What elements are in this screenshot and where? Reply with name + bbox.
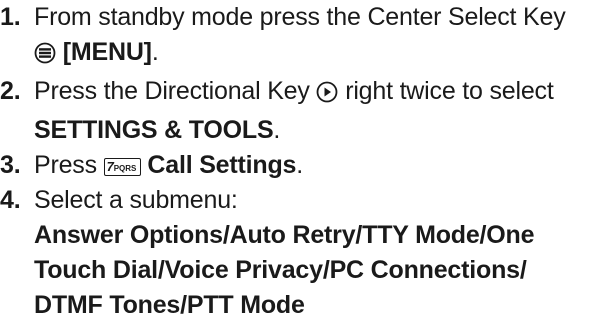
instruction-steps: 1. From standby mode press the Center Se…	[0, 0, 591, 323]
step-text: Press the Directional Key	[34, 77, 310, 105]
step-number: 2.	[0, 77, 21, 105]
center-select-key-icon	[34, 39, 56, 74]
submenu-list-line: Touch Dial/Voice Privacy/PC Connections/	[34, 256, 527, 284]
step-text: From standby mode press the Center Selec…	[34, 3, 566, 31]
step-2: 2. Press the Directional Key right twice…	[0, 74, 591, 148]
step-text: Press	[34, 151, 97, 179]
submenu-list-line: Answer Options/Auto Retry/TTY Mode/One	[34, 221, 535, 249]
step-text: right twice to select	[345, 77, 554, 105]
step-number: 3.	[0, 151, 21, 179]
settings-tools-label: SETTINGS & TOOLS	[34, 116, 274, 144]
step-punct: .	[296, 151, 303, 179]
step-punct: .	[151, 38, 159, 66]
menu-key-label: [MENU]	[62, 38, 152, 66]
step-number: 1.	[0, 3, 21, 31]
step-punct: .	[273, 116, 281, 144]
submenu-list-line: DTMF Tones/PTT Mode	[34, 291, 305, 319]
step-3: 3. Press 7PQRS Call Settings.	[0, 148, 591, 183]
step-number: 4.	[0, 186, 21, 214]
step-text: Select a submenu:	[34, 186, 238, 214]
step-4: 4. Select a submenu: Answer Options/Auto…	[0, 183, 591, 323]
call-settings-label: Call Settings	[147, 151, 297, 179]
step-1: 1. From standby mode press the Center Se…	[0, 0, 591, 74]
directional-key-right-icon	[316, 78, 338, 113]
key-7pqrs-icon: 7PQRS	[103, 158, 141, 176]
